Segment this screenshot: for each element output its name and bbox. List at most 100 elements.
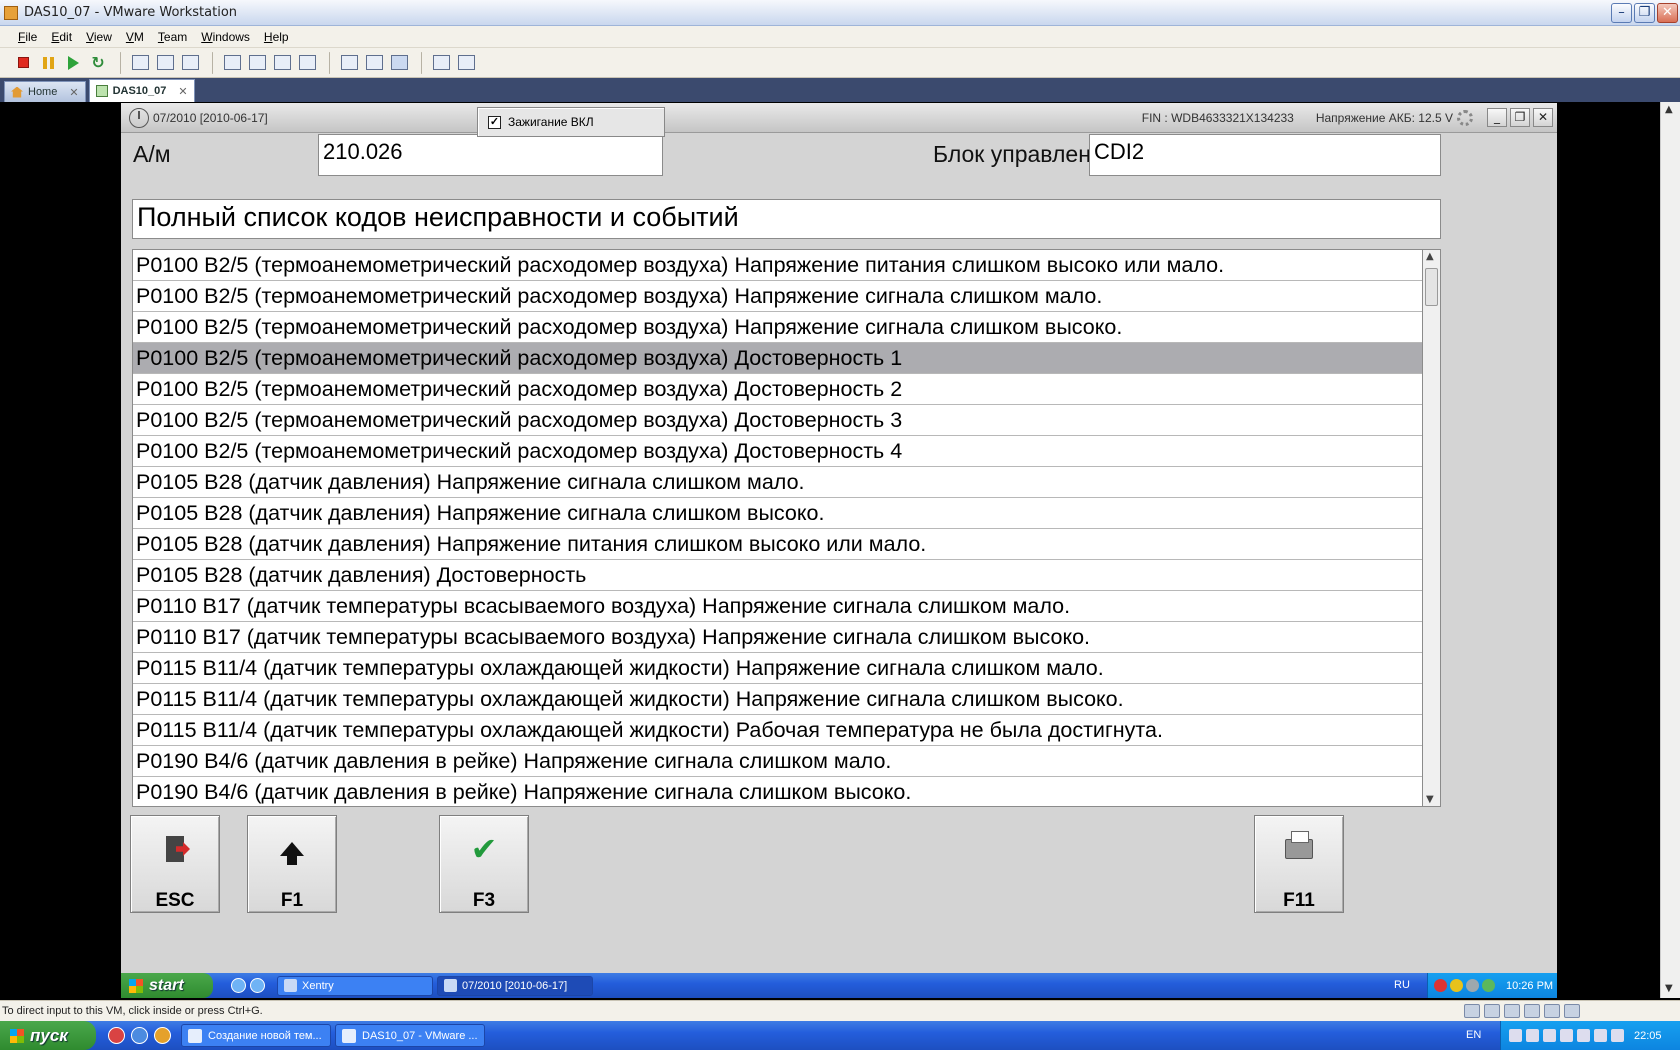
- tab-close-icon[interactable]: ✕: [69, 86, 78, 99]
- usb-device-icon[interactable]: [1524, 1004, 1540, 1018]
- reset-button[interactable]: ↻: [87, 52, 109, 74]
- full-screen-button[interactable]: [271, 52, 293, 74]
- replay-button[interactable]: [455, 52, 477, 74]
- menu-vm[interactable]: VM: [126, 30, 144, 44]
- scroll-up-icon[interactable]: ▲: [1665, 104, 1673, 115]
- close-button[interactable]: ✕: [1657, 3, 1678, 23]
- f11-button[interactable]: F11: [1254, 815, 1344, 913]
- warning-tray-icon[interactable]: [1450, 979, 1463, 992]
- f3-button[interactable]: ✔ F3: [439, 815, 529, 913]
- scroll-down-icon[interactable]: ▼: [1426, 794, 1434, 805]
- fault-code-row[interactable]: P0100 B2/5 (термоанемометрический расход…: [133, 281, 1422, 312]
- tab-home-label: Home: [28, 86, 58, 98]
- ignition-indicator: ✓ Зажигание ВКЛ: [477, 107, 665, 137]
- opera-icon[interactable]: [108, 1027, 125, 1044]
- suspend-button[interactable]: [37, 52, 59, 74]
- record-button[interactable]: [430, 52, 452, 74]
- hdd-device-icon[interactable]: [1464, 1004, 1480, 1018]
- fault-code-row[interactable]: P0100 B2/5 (термоанемометрический расход…: [133, 436, 1422, 467]
- revert-snapshot-button[interactable]: [154, 52, 176, 74]
- chrome-icon[interactable]: [154, 1027, 171, 1044]
- tab-close-icon[interactable]: ✕: [178, 85, 187, 98]
- fault-code-row[interactable]: P0100 B2/5 (термоанемометрический расход…: [133, 250, 1422, 281]
- browser-icon[interactable]: [250, 978, 265, 993]
- maximize-button[interactable]: ❐: [1634, 3, 1655, 23]
- summary-view-button[interactable]: [338, 52, 360, 74]
- ignition-checkbox[interactable]: ✓: [488, 115, 501, 129]
- fault-code-list[interactable]: P0100 B2/5 (термоанемометрический расход…: [132, 249, 1423, 807]
- minimize-button[interactable]: –: [1611, 3, 1632, 23]
- guest-task-das[interactable]: 07/2010 [2010-06-17]: [437, 975, 593, 996]
- tray-icon[interactable]: [1543, 1029, 1556, 1042]
- error-tray-icon[interactable]: [1434, 979, 1447, 992]
- host-language-indicator[interactable]: EN: [1466, 1021, 1481, 1050]
- volume-icon[interactable]: [1611, 1029, 1624, 1042]
- guest-task-xentry[interactable]: Xentry: [277, 975, 433, 996]
- menu-windows[interactable]: Windows: [201, 30, 250, 44]
- browser-icon[interactable]: [131, 1027, 148, 1044]
- fault-code-row[interactable]: P0105 B28 (датчик давления) Напряжение с…: [133, 498, 1422, 529]
- unity-button[interactable]: [296, 52, 318, 74]
- xentry-restore-button[interactable]: ❐: [1510, 108, 1530, 127]
- ie-icon[interactable]: [231, 978, 246, 993]
- fault-code-row[interactable]: P0100 B2/5 (термоанемометрический расход…: [133, 405, 1422, 436]
- host-start-button[interactable]: пуск: [0, 1021, 96, 1050]
- xentry-minimize-button[interactable]: _: [1487, 108, 1507, 127]
- network-device-icon[interactable]: [1504, 1004, 1520, 1018]
- esc-button[interactable]: ESC: [130, 815, 220, 913]
- sound-device-icon[interactable]: [1544, 1004, 1560, 1018]
- snapshot-manager-button[interactable]: [179, 52, 201, 74]
- menu-team[interactable]: Team: [158, 30, 187, 44]
- message-icon[interactable]: [1564, 1004, 1580, 1018]
- fault-code-row[interactable]: P0100 B2/5 (термоанемометрический расход…: [133, 312, 1422, 343]
- active-view-button[interactable]: [388, 52, 410, 74]
- scroll-down-icon[interactable]: ▼: [1665, 983, 1673, 994]
- toolbar-separator: [212, 51, 213, 74]
- fault-code-row[interactable]: P0100 B2/5 (термоанемометрический расход…: [133, 343, 1422, 374]
- tab-das10-07[interactable]: DAS10_07 ✕: [88, 79, 195, 102]
- quick-switch-button[interactable]: [246, 52, 268, 74]
- tray-icon[interactable]: [1509, 1029, 1522, 1042]
- scroll-thumb[interactable]: [1425, 268, 1438, 306]
- power-off-button[interactable]: [12, 52, 34, 74]
- tray-icon[interactable]: [1577, 1029, 1590, 1042]
- console-view-button[interactable]: [363, 52, 385, 74]
- snapshot-button[interactable]: [129, 52, 151, 74]
- fault-code-row[interactable]: P0115 B11/4 (датчик температуры охлаждаю…: [133, 684, 1422, 715]
- fault-code-row[interactable]: P0105 B28 (датчик давления) Напряжение п…: [133, 529, 1422, 560]
- menu-file[interactable]: File: [18, 30, 37, 44]
- host-task-vmware[interactable]: DAS10_07 - VMware ...: [335, 1024, 485, 1047]
- fault-code-row[interactable]: P0190 B4/6 (датчик давления в рейке) Нап…: [133, 746, 1422, 777]
- network-tray-icon[interactable]: [1466, 979, 1479, 992]
- show-sidebar-button[interactable]: [221, 52, 243, 74]
- fault-code-row[interactable]: P0110 B17 (датчик температуры всасываемо…: [133, 622, 1422, 653]
- fault-code-row[interactable]: P0110 B17 (датчик температуры всасываемо…: [133, 591, 1422, 622]
- tray-icon[interactable]: [1560, 1029, 1573, 1042]
- fault-code-row[interactable]: P0105 B28 (датчик давления) Достоверност…: [133, 560, 1422, 591]
- xentry-close-button[interactable]: ✕: [1533, 108, 1553, 127]
- scroll-up-icon[interactable]: ▲: [1426, 251, 1434, 262]
- tray-icon[interactable]: [1526, 1029, 1539, 1042]
- f1-button[interactable]: F1: [247, 815, 337, 913]
- cdrom-device-icon[interactable]: [1484, 1004, 1500, 1018]
- menu-edit[interactable]: Edit: [51, 30, 72, 44]
- fault-code-row[interactable]: P0115 B11/4 (датчик температуры охлаждаю…: [133, 715, 1422, 746]
- guest-start-button[interactable]: start: [121, 973, 213, 998]
- sidebar-icon: [223, 55, 241, 70]
- fault-list-scrollbar[interactable]: ▲ ▼: [1423, 249, 1441, 807]
- security-tray-icon[interactable]: [1482, 979, 1495, 992]
- fault-code-row[interactable]: P0105 B28 (датчик давления) Напряжение с…: [133, 467, 1422, 498]
- tray-icon[interactable]: [1594, 1029, 1607, 1042]
- vm-icon: [95, 85, 108, 97]
- power-on-button[interactable]: [62, 52, 84, 74]
- guest-console-scrollbar[interactable]: ▲ ▼: [1660, 102, 1680, 998]
- menu-view[interactable]: View: [86, 30, 112, 44]
- revert-icon: [156, 55, 174, 70]
- fault-code-row[interactable]: P0100 B2/5 (термоанемометрический расход…: [133, 374, 1422, 405]
- fault-code-row[interactable]: P0190 B4/6 (датчик давления в рейке) Нап…: [133, 777, 1422, 806]
- guest-language-indicator[interactable]: RU: [1377, 973, 1427, 998]
- host-task-browser[interactable]: Создание новой тем...: [181, 1024, 331, 1047]
- fault-code-row[interactable]: P0115 B11/4 (датчик температуры охлаждаю…: [133, 653, 1422, 684]
- menu-help[interactable]: Help: [264, 30, 289, 44]
- tab-home[interactable]: Home ✕: [4, 81, 86, 102]
